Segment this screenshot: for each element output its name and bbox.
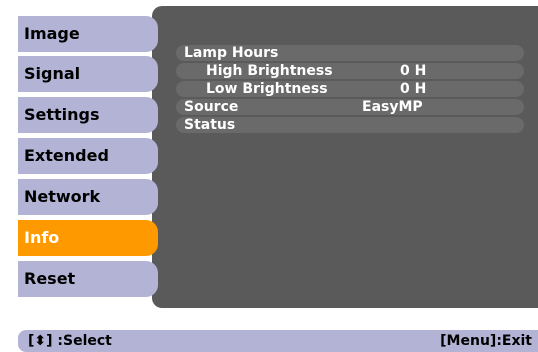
exit-hint: [Menu]:Exit xyxy=(440,333,532,349)
menu-item-label: Settings xyxy=(24,105,100,124)
low-brightness-value: 0 H xyxy=(400,81,427,97)
menu-item-label: Network xyxy=(24,187,101,206)
menu-item-extended[interactable]: Extended xyxy=(18,138,158,174)
menu-item-label: Signal xyxy=(24,64,81,83)
menu-item-info[interactable]: Info xyxy=(18,220,158,256)
select-hint: [⬍] :Select xyxy=(28,333,112,349)
high-brightness-row: High Brightness 0 H xyxy=(176,63,524,79)
source-value: EasyMP xyxy=(362,99,423,115)
menu-item-settings[interactable]: Settings xyxy=(18,97,158,133)
lamp-hours-label: Lamp Hours xyxy=(184,45,279,61)
menu-item-label: Extended xyxy=(24,146,109,165)
menu-item-label: Info xyxy=(24,228,60,247)
menu-item-signal[interactable]: Signal xyxy=(18,56,158,92)
high-brightness-label: High Brightness xyxy=(206,63,333,79)
low-brightness-label: Low Brightness xyxy=(206,81,328,97)
menu-item-label: Reset xyxy=(24,269,76,288)
footer-bar: [⬍] :Select [Menu]:Exit xyxy=(18,330,538,352)
high-brightness-value: 0 H xyxy=(400,63,427,79)
menu-item-reset[interactable]: Reset xyxy=(18,261,158,297)
menu-item-network[interactable]: Network xyxy=(18,179,158,215)
menu-item-image[interactable]: Image xyxy=(18,16,158,52)
status-row: Status xyxy=(176,117,524,133)
low-brightness-row: Low Brightness 0 H xyxy=(176,81,524,97)
menu-item-label: Image xyxy=(24,24,80,43)
source-label: Source xyxy=(184,99,239,115)
lamp-hours-row: Lamp Hours xyxy=(176,45,524,61)
source-row: Source EasyMP xyxy=(176,99,524,115)
status-label: Status xyxy=(184,117,236,133)
projector-menu: Image Signal Settings Extended Network I… xyxy=(0,0,538,352)
